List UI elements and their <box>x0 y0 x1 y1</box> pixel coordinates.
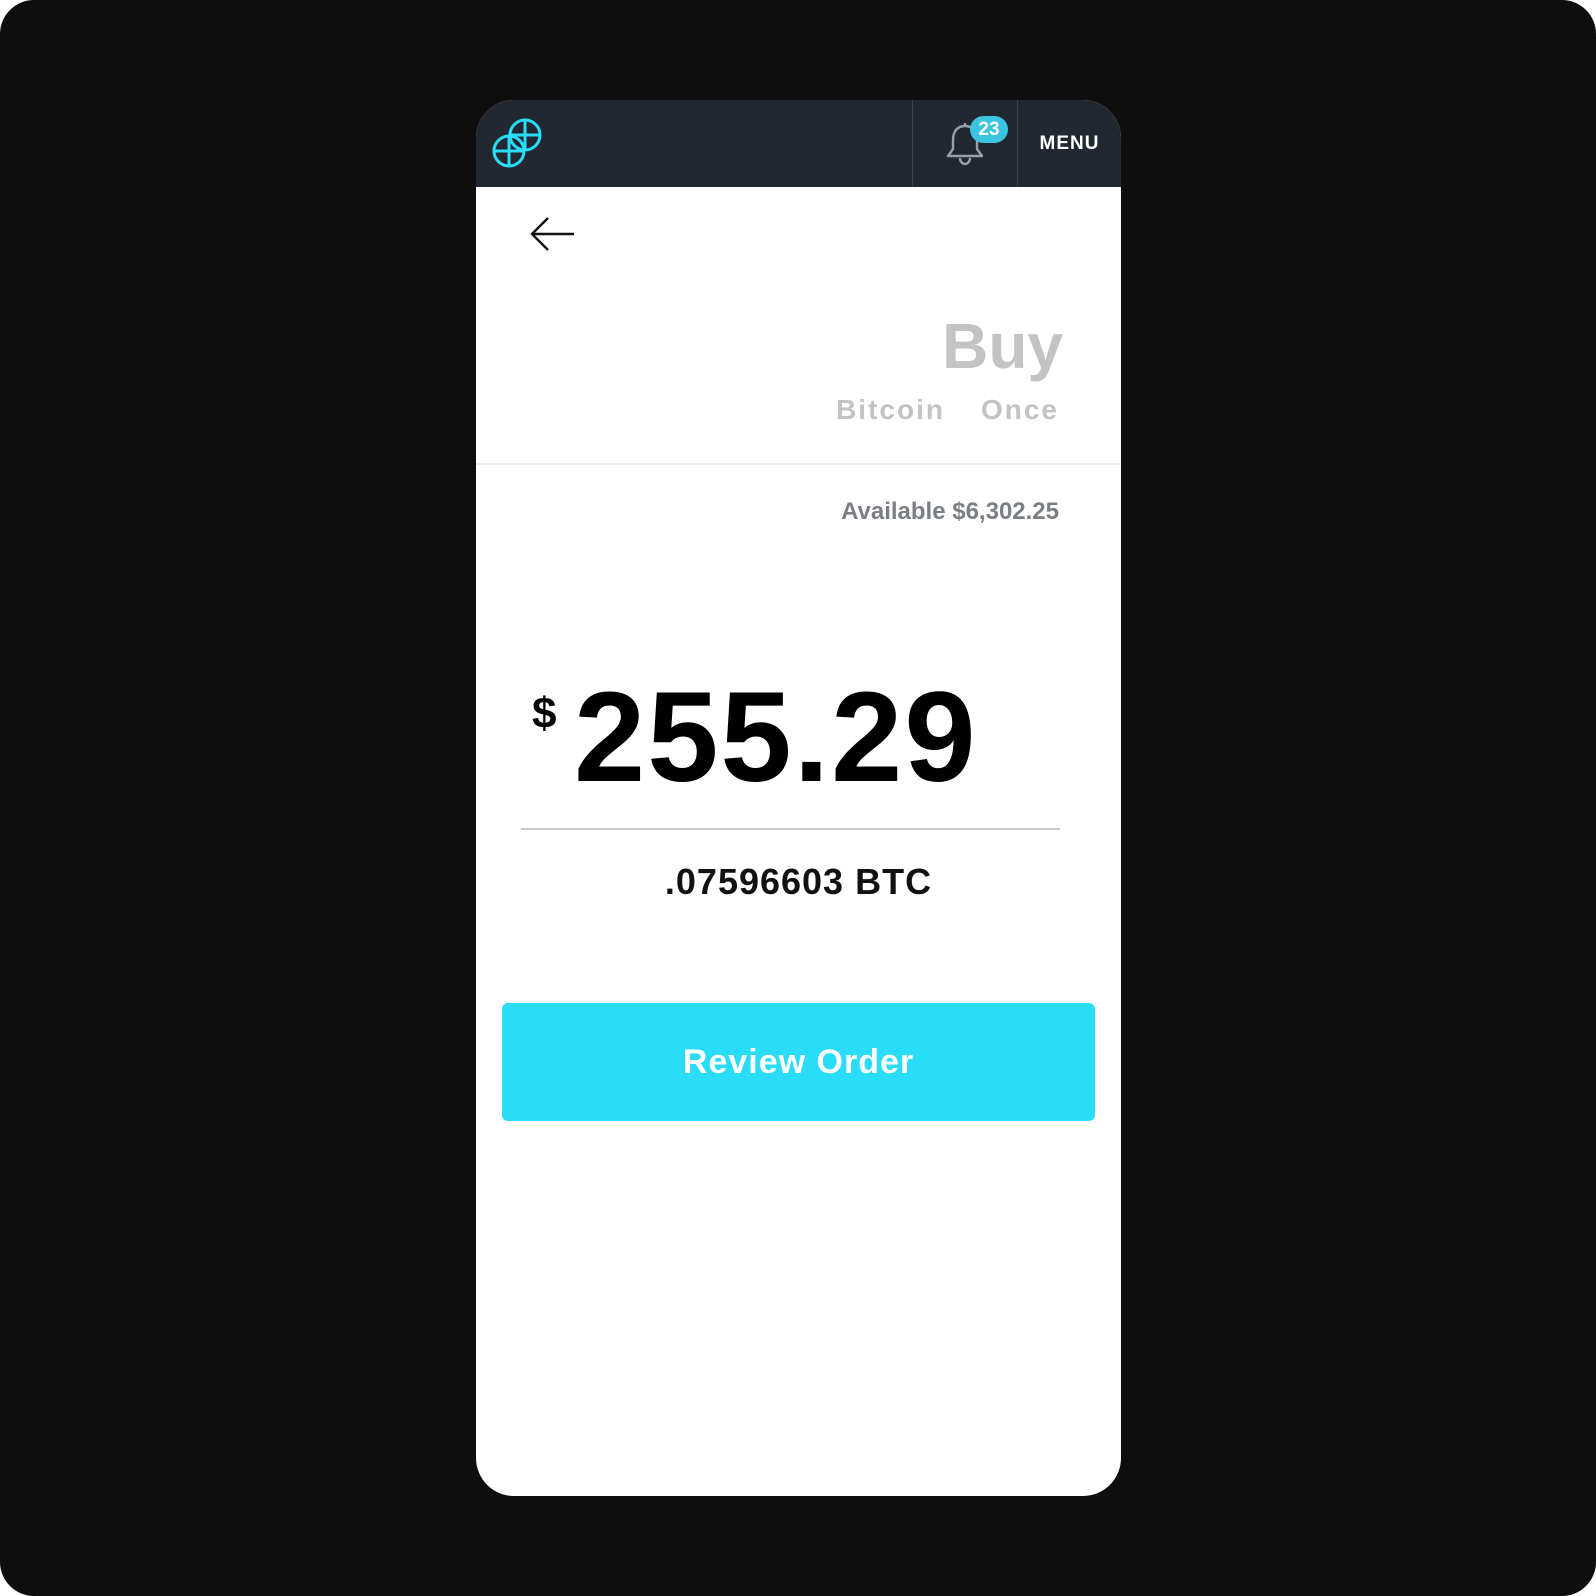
order-options: Bitcoin Once <box>836 392 1059 428</box>
crypto-amount: .07596603 BTC <box>664 861 933 902</box>
currency-symbol: $ <box>532 689 557 738</box>
amount-value: 255.29 <box>574 666 978 809</box>
notifications-button[interactable]: 23 <box>913 100 1017 187</box>
page-title: Buy <box>942 310 1063 382</box>
back-arrow-icon[interactable] <box>528 214 576 254</box>
notification-count-badge: 23 <box>970 116 1008 143</box>
amount-underline <box>521 828 1060 830</box>
app-frame: 23 MENU Buy Bitcoin Once Available $6,30… <box>0 0 1596 1596</box>
available-balance: Available $6,302.25 <box>841 498 1059 525</box>
review-order-button[interactable]: Review Order <box>502 1003 1095 1121</box>
asset-selector[interactable]: Bitcoin <box>836 392 945 428</box>
amount-input[interactable]: $ 255.29 <box>532 668 1066 808</box>
menu-button[interactable]: MENU <box>1018 100 1121 187</box>
section-divider <box>476 463 1121 465</box>
top-navbar: 23 MENU <box>476 100 1121 187</box>
frequency-selector[interactable]: Once <box>981 392 1059 428</box>
gemini-logo-icon[interactable] <box>490 116 544 170</box>
phone-screen: 23 MENU Buy Bitcoin Once Available $6,30… <box>476 100 1121 1496</box>
